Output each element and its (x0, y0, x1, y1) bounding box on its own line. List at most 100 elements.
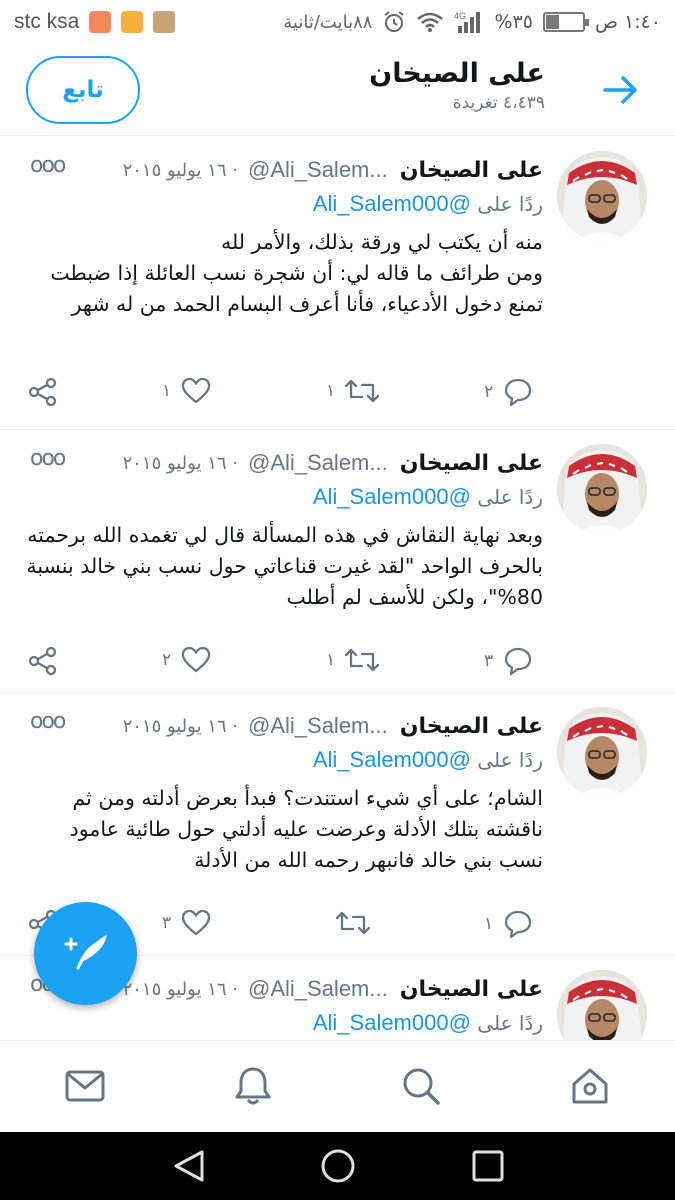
reply-prefix: ردًا على (477, 1011, 543, 1035)
reply-context: ردًا على @Ali_Salem000 (26, 1010, 543, 1036)
retweet-count: ١ (326, 650, 336, 670)
profile-name: على الصيخان (369, 58, 545, 89)
avatar[interactable] (557, 970, 647, 1040)
share-icon (28, 646, 58, 676)
tweet-date: · ١٦ يوليو ٢٠١٥ (122, 978, 238, 1000)
compose-tweet-icon (62, 932, 110, 976)
tweet-author-name[interactable]: على الصيخان (400, 158, 543, 183)
comment-icon (503, 909, 533, 939)
status-bar: stc ksa ٨٨بايت/ثانية 4G %٣٥ ١:٤٠ ص (0, 0, 675, 44)
notification-icon (89, 11, 112, 33)
like-button[interactable]: ١ (162, 377, 211, 405)
home-circle-icon[interactable] (318, 1146, 358, 1186)
search-icon (401, 1066, 441, 1110)
tweet[interactable]: على الصيخان @Ali_Salem... · ١٦ يوليو ٢٠١… (0, 137, 675, 430)
share-button[interactable] (28, 646, 58, 676)
recents-icon[interactable] (468, 1146, 508, 1186)
reply-button[interactable]: ١ (484, 909, 533, 939)
reply-mention-link[interactable]: @Ali_Salem000 (313, 1010, 471, 1035)
like-count: ١ (162, 381, 172, 401)
tweet-author-name[interactable]: على الصيخان (400, 977, 543, 1002)
more-options-icon[interactable]: ooo (30, 446, 66, 471)
tweet-text: وبعد نهاية النقاش في هذه المسألة قال لي … (26, 523, 543, 609)
tweet-author-handle[interactable]: @Ali_Salem... (248, 450, 388, 476)
tweet-author-handle[interactable]: @Ali_Salem... (248, 157, 388, 183)
retweet-count: ١ (326, 381, 336, 401)
bell-icon (233, 1065, 273, 1111)
profile-header: تابع على الصيخان ٤،٤٣٩ تغريدة (0, 44, 675, 136)
mail-icon (65, 1070, 105, 1106)
tweet-author-handle[interactable]: @Ali_Salem... (248, 713, 388, 739)
carrier-name: stc ksa (14, 10, 80, 33)
share-button[interactable] (28, 377, 58, 407)
follow-button[interactable]: تابع (26, 56, 140, 124)
tab-notifications[interactable] (230, 1065, 276, 1111)
tweet-count: ٤،٤٣٩ تغريدة (452, 93, 545, 113)
avatar[interactable] (557, 444, 647, 534)
network-type-label: 4G (454, 11, 466, 21)
heart-icon (181, 377, 211, 405)
clock: ١:٤٠ ص (594, 11, 661, 33)
retweet-icon (336, 909, 370, 937)
reply-prefix: ردًا على (477, 748, 543, 772)
bottom-tab-bar (0, 1040, 675, 1132)
tweet-author-name[interactable]: على الصيخان (400, 451, 543, 476)
tweet-author-name[interactable]: على الصيخان (400, 714, 543, 739)
reply-prefix: ردًا على (477, 485, 543, 509)
avatar[interactable] (557, 707, 647, 797)
reply-button[interactable]: ٢ (484, 377, 533, 407)
tweet-actions: ٢ ١ ٣ (28, 646, 543, 686)
alarm-icon (382, 10, 406, 34)
home-icon (570, 1066, 610, 1110)
tweet-actions: ١ ١ ٢ (28, 377, 543, 417)
retweet-button[interactable]: ١ (326, 377, 380, 405)
reply-count: ٢ (484, 382, 494, 402)
tweet-date: · ١٦ يوليو ٢٠١٥ (122, 159, 238, 181)
heart-icon (181, 646, 211, 674)
tab-messages[interactable] (62, 1065, 108, 1111)
more-options-icon[interactable]: ooo (30, 709, 66, 734)
app-notification-icon (153, 11, 176, 33)
reply-prefix: ردًا على (477, 192, 543, 216)
tab-search[interactable] (398, 1065, 444, 1111)
retweet-button[interactable]: ١ (326, 646, 380, 674)
share-icon (28, 377, 58, 407)
avatar[interactable] (557, 151, 647, 241)
back-icon[interactable] (168, 1146, 208, 1186)
arrow-right-icon[interactable] (601, 72, 641, 108)
like-button[interactable]: ٣ (162, 909, 211, 937)
like-count: ٣ (162, 913, 172, 933)
retweet-icon (345, 646, 380, 674)
system-navigation-bar (0, 1132, 675, 1200)
reply-mention-link[interactable]: @Ali_Salem000 (313, 484, 471, 509)
compose-tweet-button[interactable] (34, 902, 137, 1005)
reply-count: ٣ (484, 651, 494, 671)
reply-mention-link[interactable]: @Ali_Salem000 (313, 747, 471, 772)
comment-icon (503, 646, 533, 676)
profile-title-block: على الصيخان ٤،٤٣٩ تغريدة (369, 58, 545, 113)
like-button[interactable]: ٢ (162, 646, 211, 674)
retweet-icon (345, 377, 380, 405)
retweet-button[interactable] (326, 909, 370, 937)
heart-icon (181, 909, 211, 937)
reply-mention-link[interactable]: @Ali_Salem000 (313, 191, 471, 216)
like-count: ٢ (162, 650, 172, 670)
tweet-header: على الصيخان @Ali_Salem... · ١٦ يوليو ٢٠١… (26, 709, 543, 743)
tweet[interactable]: على الصيخان @Ali_Salem... · ١٦ يوليو ٢٠١… (0, 430, 675, 693)
reply-context: ردًا على @Ali_Salem000 (26, 191, 543, 217)
tweet-date: · ١٦ يوليو ٢٠١٥ (122, 452, 238, 474)
reply-context: ردًا على @Ali_Salem000 (26, 747, 543, 773)
tweet-text: الشام؛ على أي شيء استندت؟ فبدأ بعرض أدلت… (69, 786, 543, 872)
battery-percent: %٣٥ (494, 11, 533, 33)
tab-home[interactable] (567, 1065, 613, 1111)
gallery-notification-icon (121, 11, 144, 33)
tweet-author-handle[interactable]: @Ali_Salem... (248, 976, 388, 1002)
signal-icon: 4G (454, 10, 484, 34)
battery-icon (542, 12, 589, 32)
more-options-icon[interactable]: ooo (30, 153, 66, 178)
comment-icon (503, 377, 533, 407)
tweet-text: منه أن يكتب لي ورقة بذلك، والأمر لله ومن… (50, 230, 543, 316)
network-speed: ٨٨بايت/ثانية (283, 11, 373, 33)
tweet-date: · ١٦ يوليو ٢٠١٥ (122, 715, 238, 737)
reply-button[interactable]: ٣ (484, 646, 533, 676)
